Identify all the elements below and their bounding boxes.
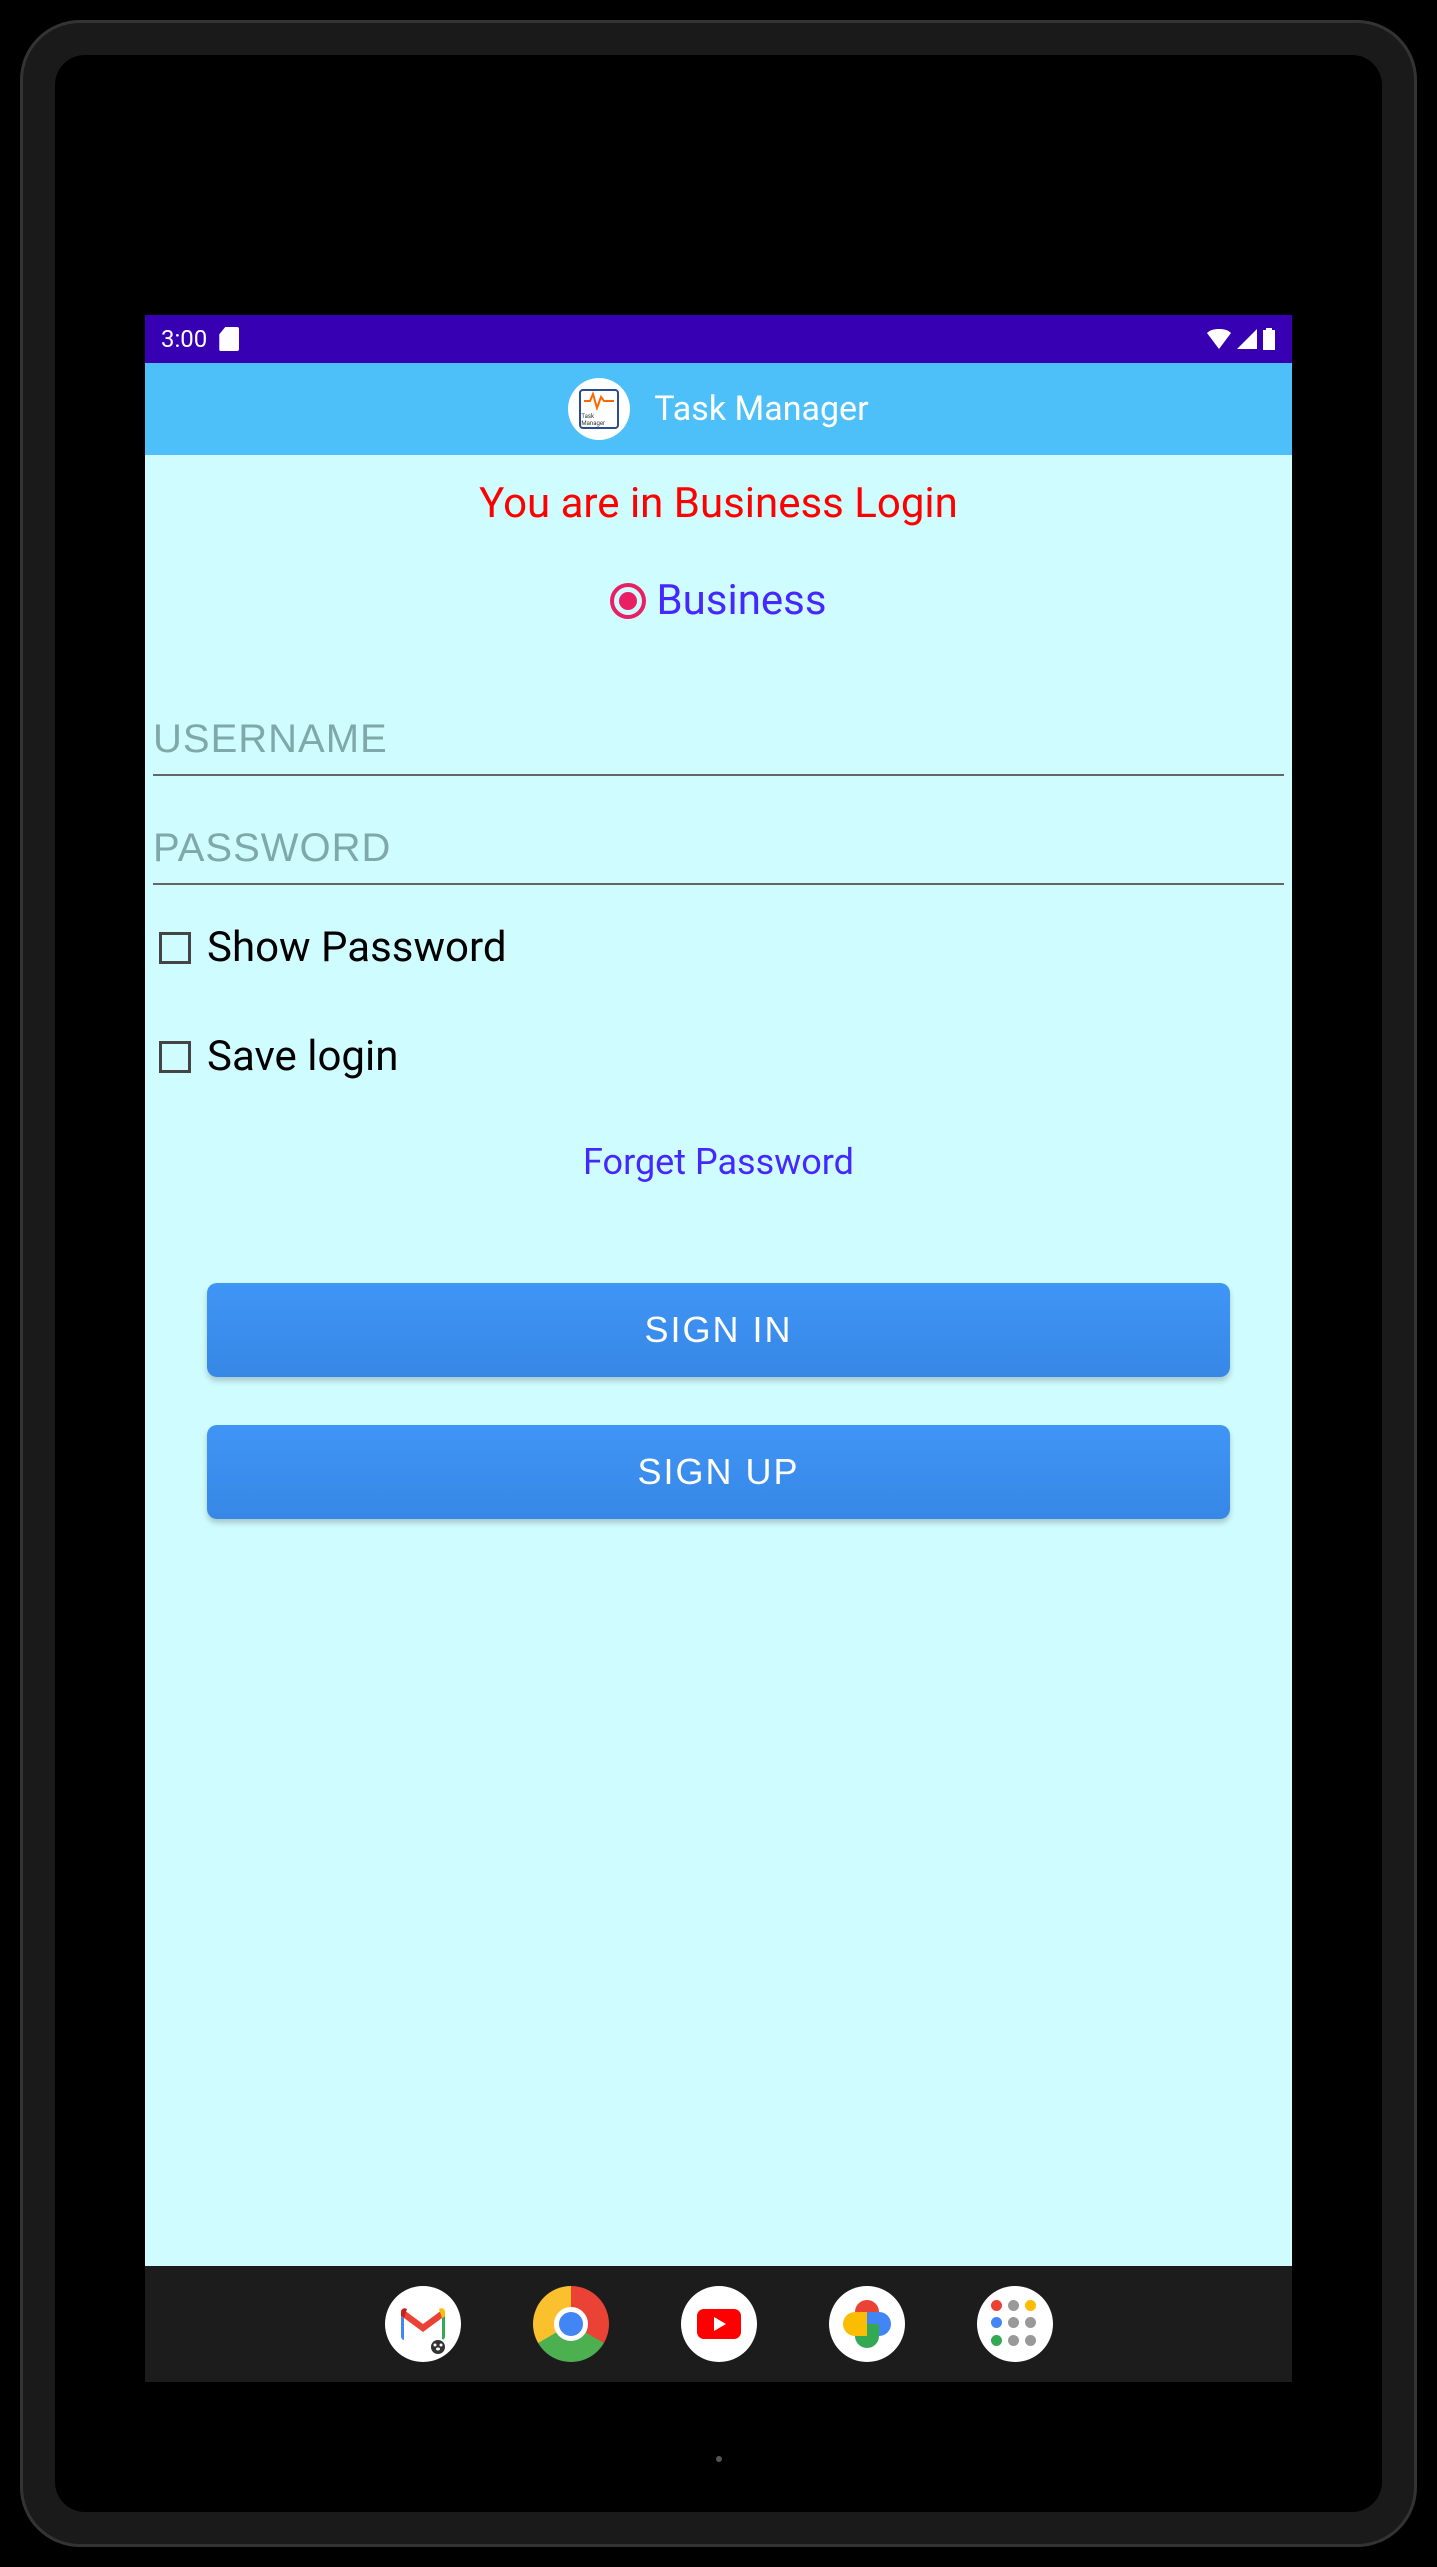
sign-in-button[interactable]: SIGN IN xyxy=(207,1283,1230,1377)
apps-drawer-icon[interactable] xyxy=(977,2286,1053,2362)
radio-selected-icon xyxy=(610,583,646,619)
sd-card-icon xyxy=(219,327,239,351)
show-password-checkbox[interactable]: Show Password xyxy=(153,923,1284,972)
tablet-device-frame: 3:00 Task Manager Task Manager xyxy=(20,20,1417,2547)
wifi-icon xyxy=(1206,329,1232,349)
show-password-label: Show Password xyxy=(207,923,507,972)
app-title: Task Manager xyxy=(654,389,868,429)
device-screen: 3:00 Task Manager Task Manager xyxy=(145,315,1292,2382)
business-radio[interactable]: Business xyxy=(153,576,1284,625)
save-login-label: Save login xyxy=(207,1032,398,1081)
status-right xyxy=(1206,328,1276,350)
app-bar: Task Manager Task Manager xyxy=(145,363,1292,455)
navigation-dock xyxy=(145,2266,1292,2382)
radio-label: Business xyxy=(656,576,826,625)
button-group: SIGN IN SIGN UP xyxy=(153,1283,1284,1519)
status-left: 3:00 xyxy=(161,325,239,353)
youtube-icon[interactable] xyxy=(681,2286,757,2362)
chrome-icon[interactable] xyxy=(533,2286,609,2362)
login-heading: You are in Business Login xyxy=(153,479,1284,528)
password-input[interactable] xyxy=(153,814,1284,885)
home-indicator xyxy=(716,2456,722,2462)
username-input[interactable] xyxy=(153,705,1284,776)
signal-icon xyxy=(1236,329,1258,349)
save-login-checkbox[interactable]: Save login xyxy=(153,1032,1284,1081)
gmail-icon[interactable] xyxy=(385,2286,461,2362)
login-content: You are in Business Login Business Show … xyxy=(145,455,1292,2266)
app-logo-icon: Task Manager xyxy=(568,378,630,440)
battery-icon xyxy=(1262,328,1276,350)
status-time: 3:00 xyxy=(161,325,207,353)
checkbox-unchecked-icon xyxy=(159,1041,191,1073)
tablet-inner-frame: 3:00 Task Manager Task Manager xyxy=(55,55,1382,2512)
status-bar: 3:00 xyxy=(145,315,1292,363)
sign-up-button[interactable]: SIGN UP xyxy=(207,1425,1230,1519)
forget-password-link[interactable]: Forget Password xyxy=(153,1141,1284,1183)
photos-icon[interactable] xyxy=(829,2286,905,2362)
checkbox-unchecked-icon xyxy=(159,932,191,964)
app-logo-text: Task Manager xyxy=(581,413,617,427)
